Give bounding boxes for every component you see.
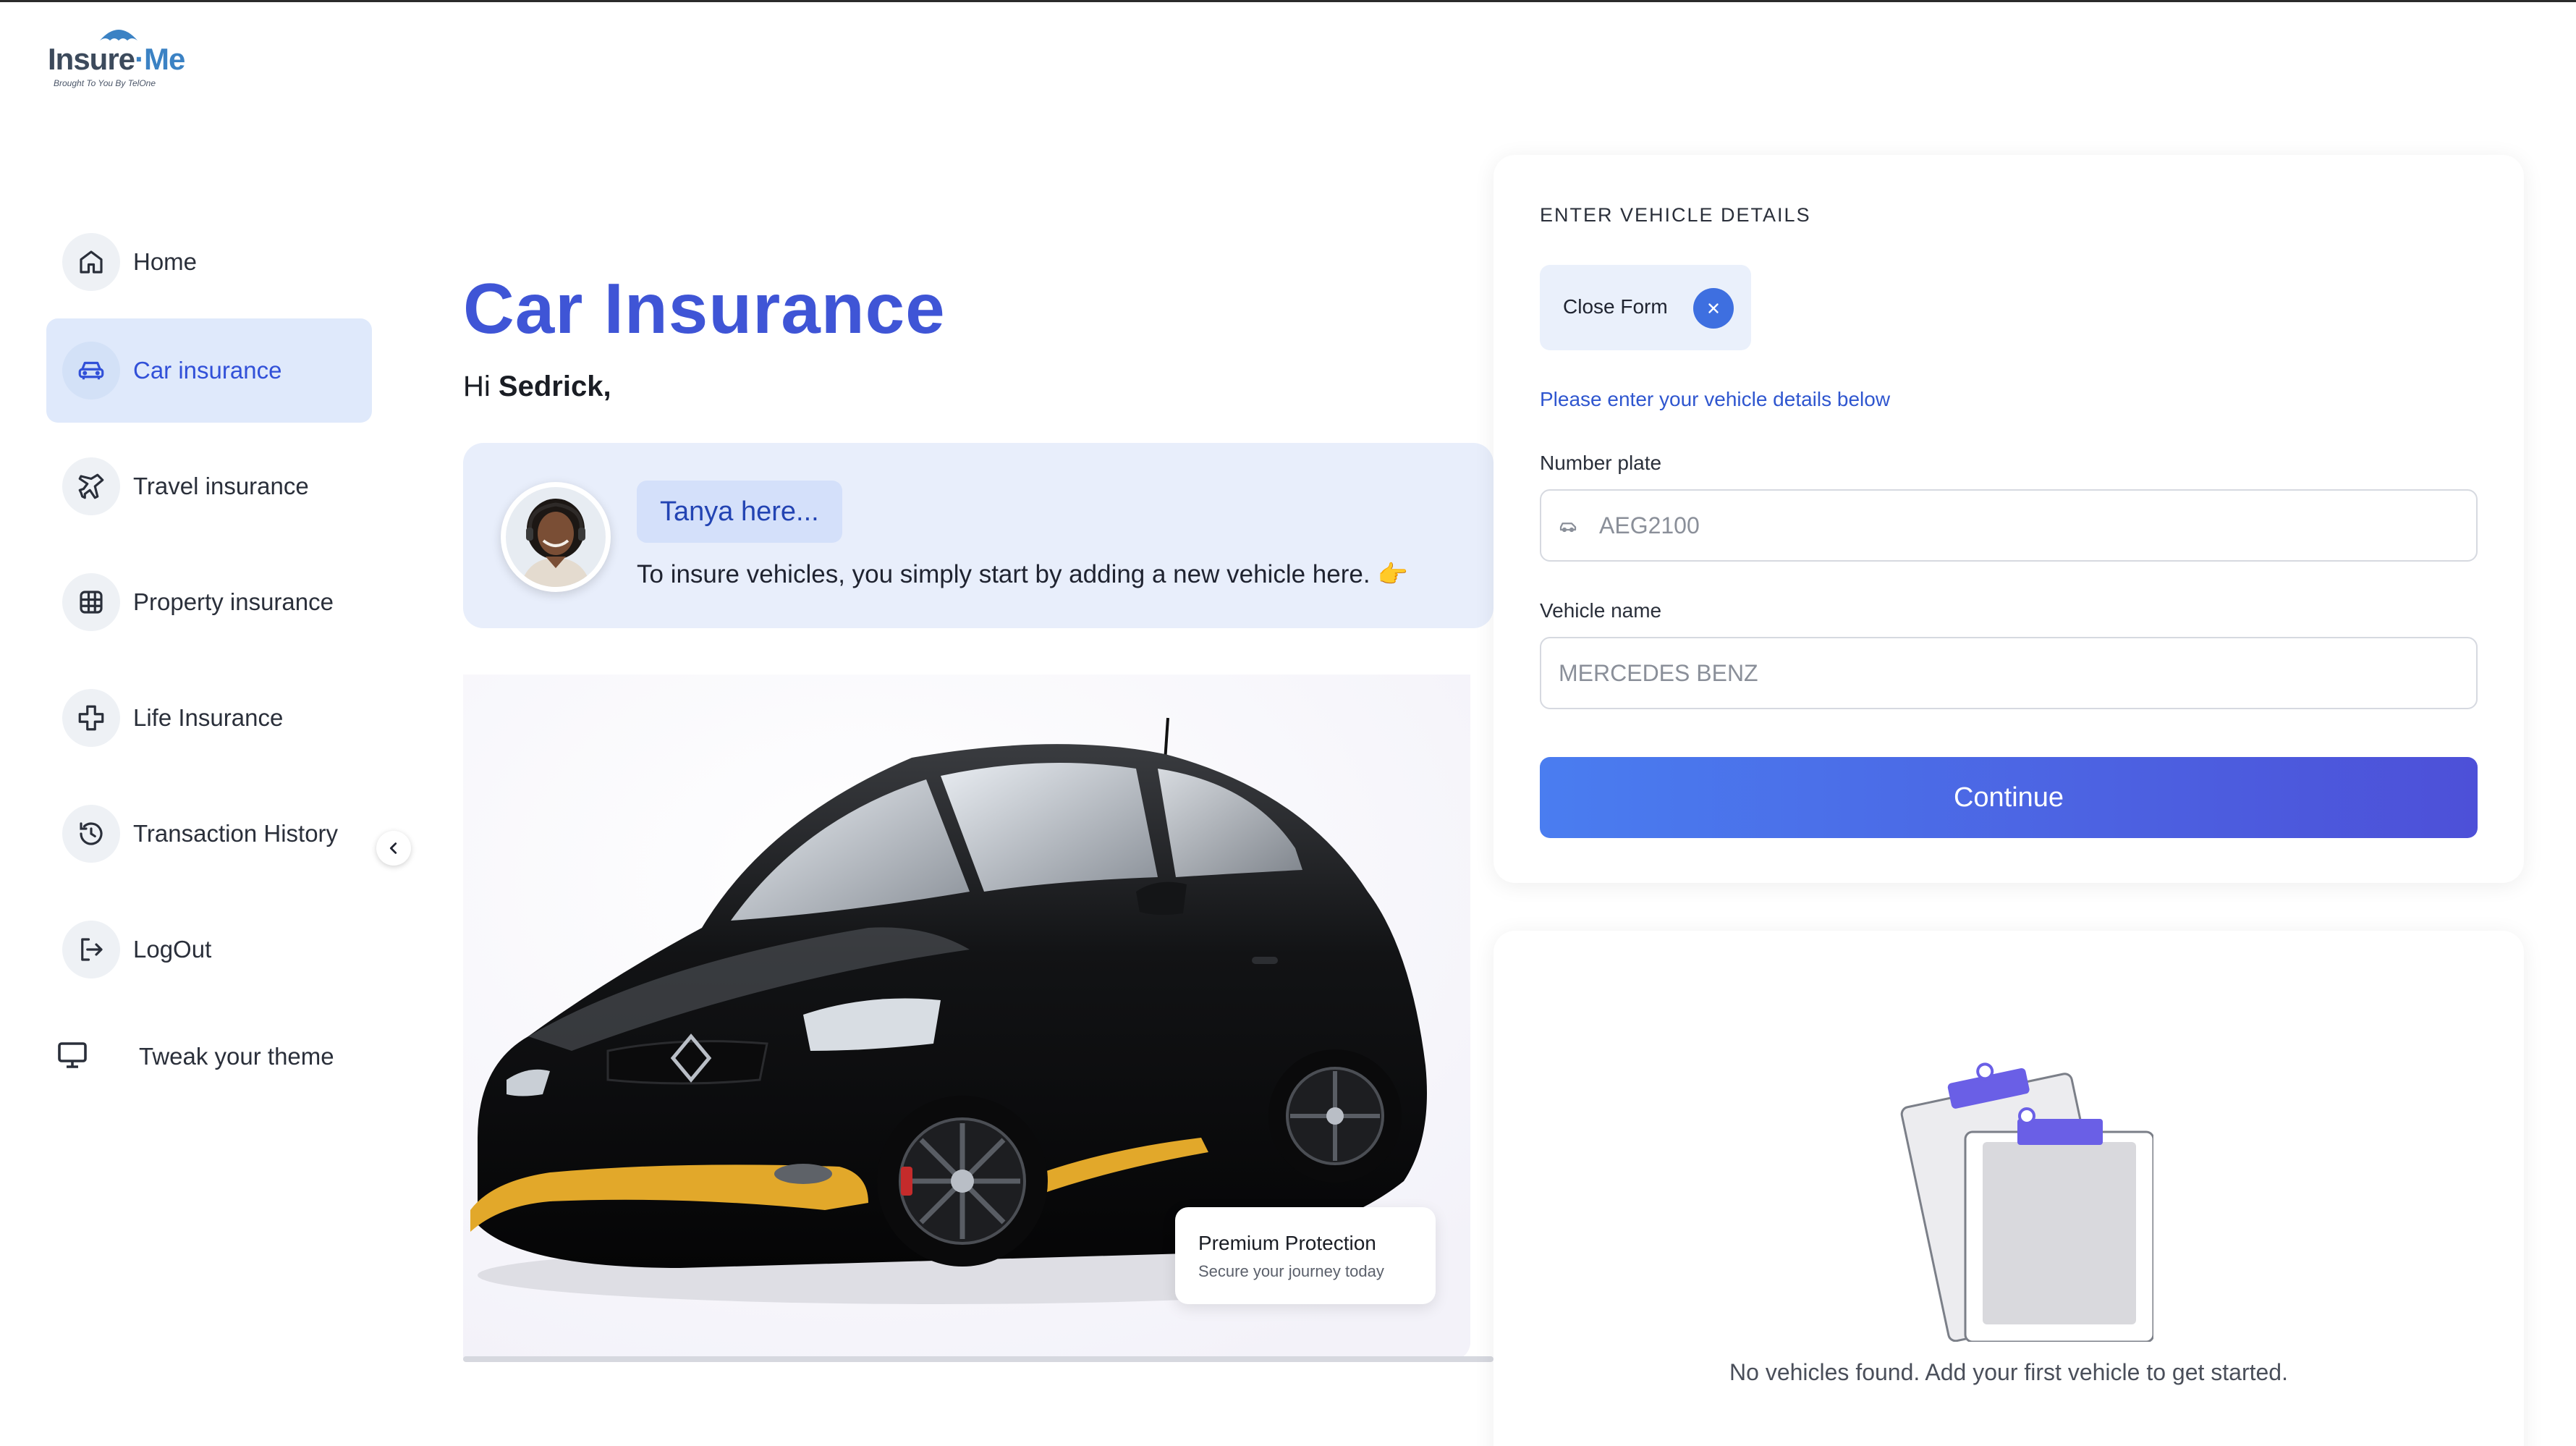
close-icon <box>1693 288 1734 329</box>
sidebar-item-logout[interactable]: LogOut <box>46 897 372 1002</box>
continue-button[interactable]: Continue <box>1540 757 2478 838</box>
vehicle-name-input[interactable] <box>1559 638 2463 708</box>
empty-clipboard-illustration <box>1900 1062 2153 1342</box>
vehicle-name-field <box>1540 637 2478 709</box>
premium-protection-badge: Premium Protection Secure your journey t… <box>1175 1207 1436 1304</box>
sidebar-item-label: LogOut <box>133 936 212 963</box>
assistant-name-pill: Tanya here... <box>637 481 842 543</box>
assistant-message: To insure vehicles, you simply start by … <box>637 560 1408 589</box>
sidebar-item-transaction-history[interactable]: Transaction History <box>46 782 372 886</box>
sidebar-collapse-button[interactable] <box>376 831 411 866</box>
vehicle-name-label: Vehicle name <box>1540 599 1662 622</box>
greeting-prefix: Hi <box>463 371 491 402</box>
sidebar-item-label: Life Insurance <box>133 704 284 731</box>
sidebar-item-label: Car insurance <box>133 357 282 384</box>
tweak-theme-button[interactable]: Tweak your theme <box>46 1028 372 1086</box>
pointing-hand-icon: 👉 <box>1377 561 1408 588</box>
form-heading: ENTER VEHICLE DETAILS <box>1540 204 1811 226</box>
tweak-theme-label: Tweak your theme <box>139 1043 334 1070</box>
history-icon <box>62 805 120 863</box>
logout-icon <box>62 921 120 978</box>
insureme-logo[interactable]: Insure·Me Brought To You By TelOne <box>48 20 185 93</box>
vehicle-details-form: ENTER VEHICLE DETAILS Close Form Please … <box>1494 155 2524 883</box>
promo-title: Premium Protection <box>1198 1232 1376 1254</box>
health-cross-icon <box>62 689 120 747</box>
monitor-icon <box>55 1038 90 1076</box>
sidebar-item-property-insurance[interactable]: Property insurance <box>46 550 372 654</box>
plane-icon <box>62 457 120 515</box>
sidebar-item-travel-insurance[interactable]: Travel insurance <box>46 434 372 538</box>
greeting: Hi Sedrick, <box>463 371 611 403</box>
assistant-card: Tanya here... To insure vehicles, you si… <box>463 443 1494 628</box>
sidebar-item-label: Travel insurance <box>133 473 309 499</box>
car-icon <box>1557 515 1579 541</box>
empty-state-message: No vehicles found. Add your first vehicl… <box>1729 1359 2288 1385</box>
sidebar-item-home[interactable]: Home <box>46 210 372 314</box>
close-form-button[interactable]: Close Form <box>1540 265 1751 350</box>
sidebar-item-label: Transaction History <box>133 820 339 847</box>
building-icon <box>62 573 120 631</box>
top-border <box>0 0 2576 2</box>
assistant-avatar <box>501 482 611 592</box>
car-icon <box>62 342 120 399</box>
user-name: Sedrick, <box>498 371 611 402</box>
number-plate-input[interactable] <box>1599 491 2467 560</box>
logo-wordmark: Insure·Me <box>48 42 185 76</box>
sidebar-item-life-insurance[interactable]: Life Insurance <box>46 666 372 770</box>
page-title: Car Insurance <box>463 269 946 348</box>
sidebar-item-label: Property insurance <box>133 588 334 615</box>
assistant-message-text: To insure vehicles, you simply start by … <box>637 560 1370 588</box>
promo-subtitle: Secure your journey today <box>1198 1262 1384 1280</box>
sidebar-item-car-insurance[interactable]: Car insurance <box>46 318 372 423</box>
vehicles-list-card: No vehicles found. Add your first vehicl… <box>1494 931 2524 1446</box>
horizontal-scrollbar[interactable] <box>463 1356 1494 1362</box>
home-icon <box>62 233 120 291</box>
sidebar-item-label: Home <box>133 248 198 275</box>
form-hint: Please enter your vehicle details below <box>1540 388 1891 410</box>
logo-tagline: Brought To You By TelOne <box>54 78 156 88</box>
chevron-left-icon <box>389 842 397 854</box>
number-plate-field <box>1540 489 2478 562</box>
number-plate-label: Number plate <box>1540 452 1662 474</box>
close-form-label: Close Form <box>1563 295 1668 318</box>
